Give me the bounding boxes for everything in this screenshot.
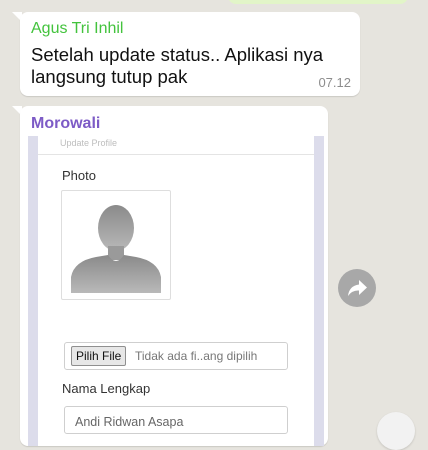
photo-label: Photo [62,168,96,183]
full-name-value: Andi Ridwan Asapa [75,415,184,429]
divider [38,154,314,155]
form-header: Update Profile [60,138,118,148]
profile-photo [61,190,171,300]
message-text: Setelah update status.. Aplikasi nya lan… [31,44,324,87]
sender-name[interactable]: Morowali [31,115,100,133]
full-name-label: Nama Lengkap [62,381,151,396]
profile-form: Update Profile Photo Pilih File Tidak ad… [38,136,314,446]
file-input[interactable]: Pilih File Tidak ada fi..ang dipilih [64,342,288,370]
sender-name[interactable]: Agus Tri Inhil [31,20,123,38]
file-status-text: Tidak ada fi..ang dipilih [135,349,258,363]
avatar-placeholder-icon [68,197,164,293]
shared-screenshot-image[interactable]: Update Profile Photo Pilih File Tidak ad… [28,136,324,446]
full-name-input[interactable]: Andi Ridwan Asapa [64,406,288,434]
scroll-down-button[interactable] [377,412,415,450]
message-time: 07.12 [318,75,351,90]
share-arrow-icon [348,280,367,296]
message-bubble[interactable]: Agus Tri Inhil Setelah update status.. A… [20,12,360,96]
forward-button[interactable] [338,269,376,307]
choose-file-button[interactable]: Pilih File [71,346,127,366]
image-message-bubble[interactable]: Morowali Update Profile Photo Pilih File… [20,106,328,446]
previous-outgoing-bubble [228,0,408,4]
